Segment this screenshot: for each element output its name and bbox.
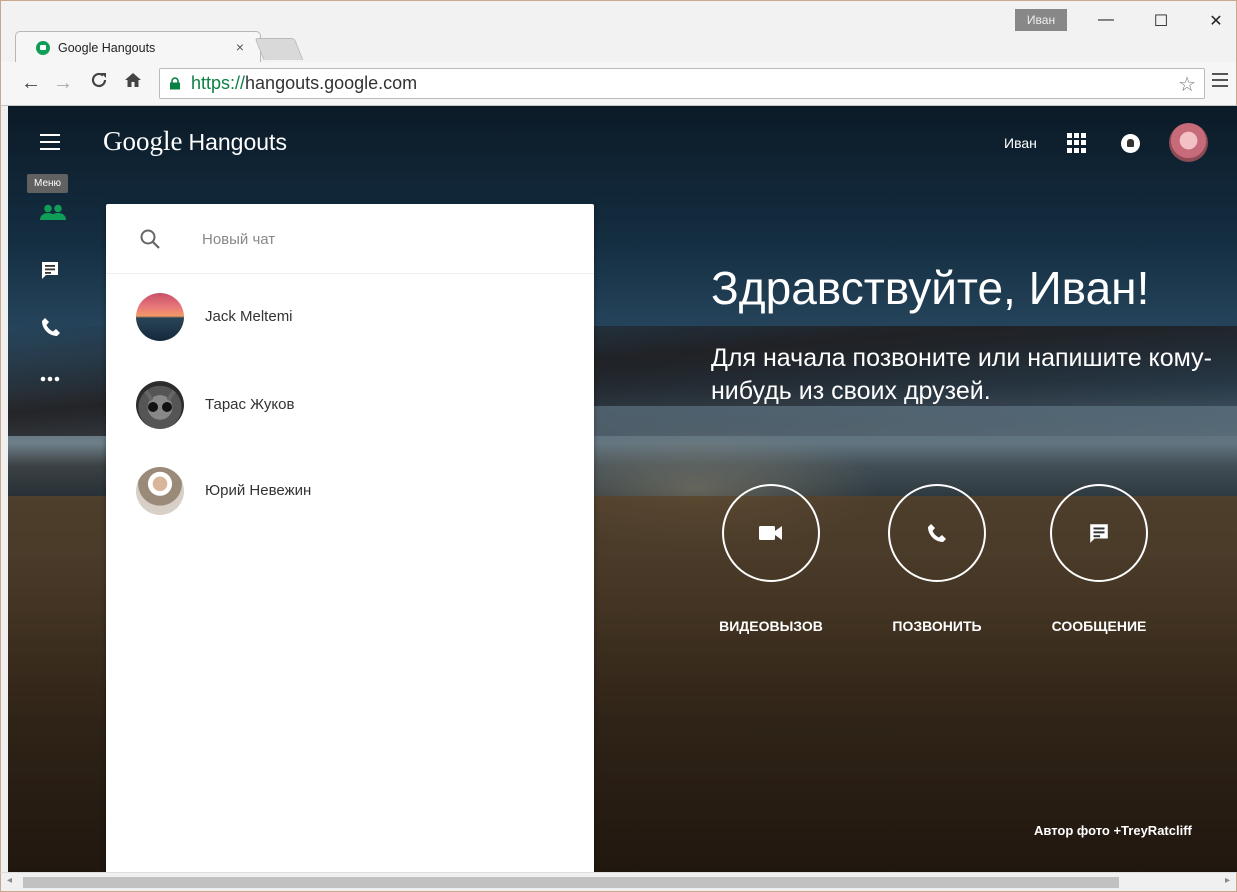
new-chat-input[interactable]: [202, 226, 562, 252]
contacts-people-icon[interactable]: [40, 204, 66, 220]
account-name[interactable]: Иван: [1004, 135, 1037, 151]
video-call-circle[interactable]: [722, 484, 820, 582]
address-bar[interactable]: https://hangouts.google.com ☆: [159, 68, 1205, 99]
message-icon: [1090, 524, 1108, 543]
contact-name: Юрий Невежин: [205, 482, 312, 499]
back-arrow-icon[interactable]: ←: [19, 71, 43, 95]
logo-google: Google: [103, 126, 183, 156]
video-call-label: ВИДЕОВЫЗОВ: [719, 618, 823, 634]
scroll-left-arrow-icon[interactable]: ◂: [7, 875, 12, 886]
conversations-message-icon[interactable]: [40, 260, 60, 280]
hangouts-page: Меню GoogleHangouts Иван Jack Meltemi: [8, 106, 1237, 872]
message-button[interactable]: СООБЩЕНИЕ: [1041, 484, 1157, 634]
video-camera-icon: [759, 526, 782, 540]
contact-list-item[interactable]: Юрий Невежин: [106, 448, 594, 534]
video-call-button[interactable]: ВИДЕОВЫЗОВ: [713, 484, 829, 634]
forward-arrow-icon[interactable]: →: [51, 71, 75, 95]
voice-call-button[interactable]: ПОЗВОНИТЬ: [879, 484, 995, 634]
contact-list-item[interactable]: Jack Meltemi: [106, 274, 594, 360]
url-text: https://hangouts.google.com: [191, 73, 417, 94]
contact-avatar: [136, 293, 184, 341]
horizontal-scroll-thumb[interactable]: [23, 877, 1119, 888]
phone-icon: [928, 524, 946, 542]
hamburger-menu-icon[interactable]: [40, 134, 60, 155]
browser-tab[interactable]: Google Hangouts ×: [15, 31, 261, 64]
browser-profile-badge[interactable]: Иван: [1015, 9, 1067, 31]
window-close-button[interactable]: ✕: [1201, 11, 1231, 31]
horizontal-scrollbar[interactable]: ◂ ▸: [0, 872, 1237, 892]
contact-name: Тарас Жуков: [205, 396, 295, 413]
chat-list-panel: Jack Meltemi Тарас Жуков Юрий Невежин: [106, 204, 594, 872]
lock-icon: [170, 77, 180, 90]
contact-avatar: [136, 467, 184, 515]
browser-menu-icon[interactable]: [1212, 73, 1228, 91]
home-icon[interactable]: [121, 71, 145, 95]
browser-toolbar: ← → https://hangouts.google.com ☆: [0, 62, 1237, 106]
apps-grid-icon[interactable]: [1067, 133, 1087, 153]
welcome-greeting: Здравствуйте, Иван!: [711, 262, 1150, 314]
url-scheme: https://: [191, 73, 246, 93]
url-host: hangouts.google.com: [245, 73, 418, 93]
tab-close-icon[interactable]: ×: [236, 39, 244, 55]
hangouts-favicon-icon: [36, 41, 50, 55]
window-minimize-button[interactable]: —: [1091, 11, 1121, 29]
contact-name: Jack Meltemi: [205, 308, 293, 325]
message-label: СООБЩЕНИЕ: [1051, 618, 1147, 634]
account-avatar[interactable]: [1169, 123, 1208, 162]
window-maximize-button[interactable]: ☐: [1146, 11, 1176, 31]
message-circle[interactable]: [1050, 484, 1148, 582]
tab-title: Google Hangouts: [58, 41, 156, 55]
menu-tooltip: Меню: [27, 174, 69, 193]
bookmark-star-icon[interactable]: ☆: [1178, 72, 1196, 97]
hangouts-logo[interactable]: Google Hangouts: [103, 126, 287, 157]
contact-avatar: [136, 381, 184, 429]
search-icon: [140, 229, 160, 249]
voice-call-circle[interactable]: [888, 484, 986, 582]
scroll-right-arrow-icon[interactable]: ▸: [1225, 875, 1230, 886]
calls-phone-icon[interactable]: [40, 316, 62, 338]
reload-icon[interactable]: [87, 71, 111, 95]
new-tab-button[interactable]: [254, 38, 304, 60]
window-frame-left: [0, 106, 8, 872]
welcome-subtext: Для начала позвоните или напишите кому-н…: [711, 344, 1212, 405]
voice-call-label: ПОЗВОНИТЬ: [892, 618, 982, 634]
notifications-bell-icon[interactable]: [1121, 134, 1140, 153]
photo-credit[interactable]: Автор фото +TreyRatcliff: [1034, 823, 1192, 838]
new-chat-search-row: [106, 204, 594, 274]
more-options-icon[interactable]: [40, 376, 60, 382]
logo-product: Hangouts: [188, 129, 287, 155]
browser-titlebar: Google Hangouts × Иван — ☐ ✕: [0, 0, 1237, 64]
contact-list-item[interactable]: Тарас Жуков: [106, 362, 594, 448]
